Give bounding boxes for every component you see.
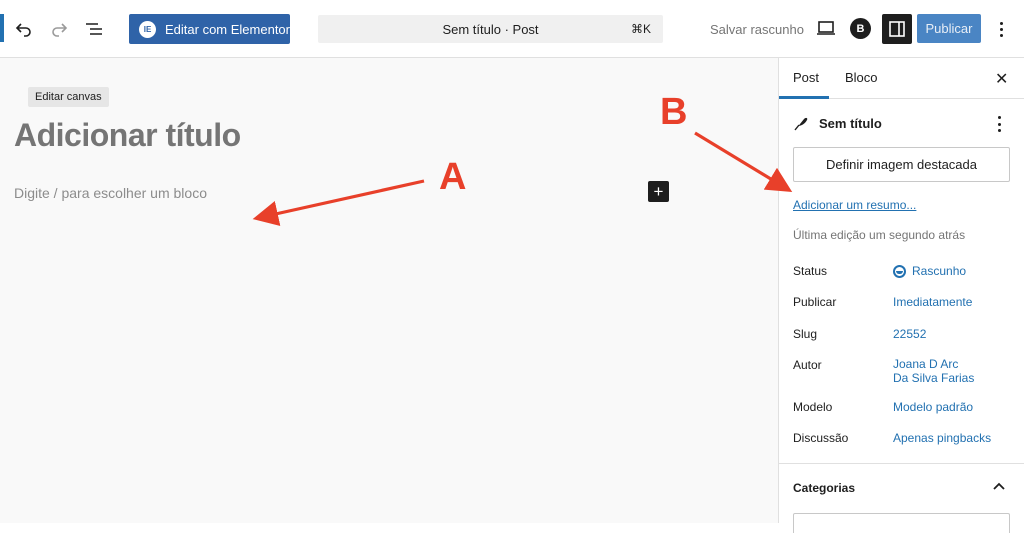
chevron-up-icon[interactable] bbox=[991, 479, 1007, 500]
post-actions-more-icon[interactable] bbox=[997, 116, 1001, 132]
active-tab-indicator bbox=[779, 96, 829, 99]
last-edited-text: Última edição um segundo atrás bbox=[793, 228, 966, 242]
tab-block[interactable]: Bloco bbox=[845, 70, 878, 85]
undo-icon[interactable] bbox=[10, 15, 38, 43]
discussion-label: Discussão bbox=[793, 431, 849, 445]
author-label: Autor bbox=[793, 358, 822, 372]
settings-sidebar: Post Bloco ✕ Sem título Definir imagem d… bbox=[778, 58, 1024, 533]
post-summary-title: Sem título bbox=[819, 115, 882, 131]
block-appender-placeholder[interactable]: Digite / para escolher um bloco bbox=[14, 185, 207, 201]
categories-panel-title[interactable]: Categorias bbox=[793, 481, 855, 495]
discussion-value[interactable]: Apenas pingbacks bbox=[893, 431, 991, 445]
status-value-text: Rascunho bbox=[912, 264, 967, 278]
edit-with-elementor-label: Editar com Elementor bbox=[165, 21, 290, 37]
tab-post[interactable]: Post bbox=[793, 70, 819, 85]
close-icon[interactable]: ✕ bbox=[995, 69, 1008, 89]
add-block-button[interactable]: + bbox=[648, 181, 669, 202]
sidebar-tabs: Post Bloco ✕ bbox=[779, 58, 1024, 99]
slug-label: Slug bbox=[793, 327, 818, 341]
status-label: Status bbox=[793, 264, 828, 278]
document-title: Sem título · Post bbox=[442, 21, 539, 37]
add-excerpt-link[interactable]: Adicionar um resumo... bbox=[793, 198, 916, 212]
edit-with-elementor-button[interactable]: IE Editar com Elementor bbox=[129, 14, 290, 44]
author-value[interactable]: Joana D Arc Da Silva Farias bbox=[893, 357, 974, 385]
draft-status-icon bbox=[893, 265, 906, 278]
annotation-label-b: B bbox=[660, 91, 688, 133]
more-vertical-icon[interactable] bbox=[991, 18, 1011, 40]
publish-date-value[interactable]: Imediatamente bbox=[893, 295, 972, 309]
feather-icon bbox=[794, 117, 808, 131]
annotation-label-a: A bbox=[439, 156, 467, 198]
author-name-line1: Joana D Arc bbox=[893, 357, 959, 371]
publish-label: Publicar bbox=[793, 295, 837, 309]
editor-toolbar: IE Editar com Elementor Sem título · Pos… bbox=[0, 0, 1024, 58]
sidebar-toggle-icon[interactable] bbox=[882, 14, 912, 44]
laptop-icon[interactable] bbox=[815, 17, 837, 44]
status-value[interactable]: Rascunho bbox=[893, 264, 966, 278]
plugin-b-icon[interactable]: B bbox=[850, 18, 871, 39]
slug-value[interactable]: 22552 bbox=[893, 327, 926, 341]
site-icon-edge[interactable] bbox=[0, 14, 4, 42]
panel-divider bbox=[779, 463, 1024, 464]
template-label: Modelo bbox=[793, 400, 833, 414]
categories-search-box[interactable] bbox=[793, 513, 1010, 533]
save-draft-button[interactable]: Salvar rascunho bbox=[710, 22, 804, 37]
elementor-logo-icon: IE bbox=[139, 20, 156, 38]
list-view-icon[interactable] bbox=[80, 15, 108, 43]
command-shortcut: ⌘K bbox=[630, 22, 651, 36]
publish-button[interactable]: Publicar bbox=[917, 14, 981, 43]
template-value[interactable]: Modelo padrão bbox=[893, 400, 973, 414]
edit-canvas-tooltip: Editar canvas bbox=[28, 87, 109, 107]
post-summary-header: Sem título bbox=[793, 115, 882, 131]
redo-icon[interactable] bbox=[45, 15, 73, 43]
author-name-line2: Da Silva Farias bbox=[893, 371, 975, 385]
set-featured-image-button[interactable]: Definir imagem destacada bbox=[793, 147, 1010, 182]
post-title-input[interactable]: Adicionar título bbox=[14, 117, 241, 154]
command-palette-button[interactable]: Sem título · Post ⌘K bbox=[318, 15, 663, 43]
